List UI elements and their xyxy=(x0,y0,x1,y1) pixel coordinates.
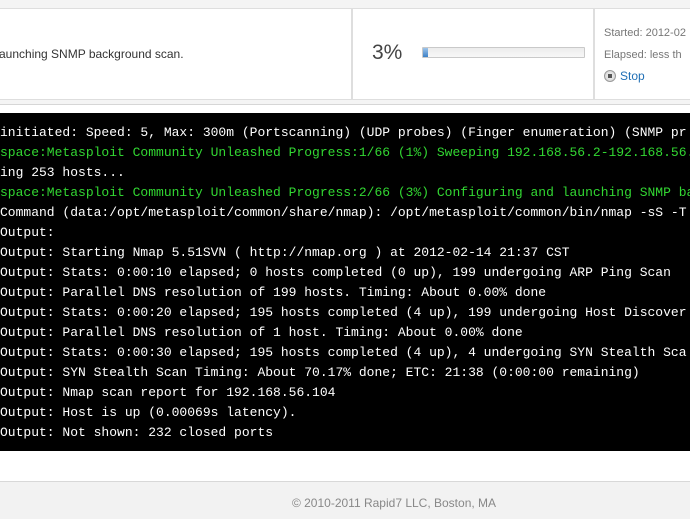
console-line: Command (data:/opt/metasploit/common/sha… xyxy=(0,205,687,220)
started-time: Started: 2012-02 xyxy=(604,27,686,39)
progress-panel: 3% xyxy=(352,8,594,100)
status-message: aunching SNMP background scan. xyxy=(0,47,184,61)
console-line: Output: Parallel DNS resolution of 199 h… xyxy=(0,285,547,300)
console-line: Output: Stats: 0:00:30 elapsed; 195 host… xyxy=(0,345,687,360)
console-line: initiated: Speed: 5, Max: 300m (Portscan… xyxy=(0,125,687,140)
page-footer: © 2010-2011 Rapid7 LLC, Boston, MA xyxy=(0,481,690,519)
console-line: Output: xyxy=(0,225,55,240)
progress-bar xyxy=(422,47,585,58)
task-console-log[interactable]: initiated: Speed: 5, Max: 300m (Portscan… xyxy=(0,113,690,451)
stop-button[interactable]: Stop xyxy=(604,68,645,84)
console-line: Output: Parallel DNS resolution of 1 hos… xyxy=(0,325,523,340)
console-line: Output: SYN Stealth Scan Timing: About 7… xyxy=(0,365,640,380)
console-line: Output: Starting Nmap 5.51SVN ( http://n… xyxy=(0,245,570,260)
progress-bar-fill xyxy=(423,48,428,57)
timing-panel: Started: 2012-02 Elapsed: less th Stop xyxy=(594,8,690,100)
console-line: Output: Stats: 0:00:10 elapsed; 0 hosts … xyxy=(0,265,671,280)
console-line: space:Metasploit Community Unleashed Pro… xyxy=(0,145,690,160)
copyright-text: © 2010-2011 Rapid7 LLC, Boston, MA xyxy=(291,496,497,510)
progress-percent: 3% xyxy=(372,41,403,64)
stop-icon[interactable] xyxy=(604,70,616,82)
scan-status-bar: aunching SNMP background scan. 3% Starte… xyxy=(0,0,690,105)
status-message-panel: aunching SNMP background scan. xyxy=(0,8,352,100)
stop-label[interactable]: Stop xyxy=(620,69,645,83)
elapsed-time: Elapsed: less th xyxy=(604,49,682,61)
console-line: Output: Nmap scan report for 192.168.56.… xyxy=(0,385,336,400)
console-line: space:Metasploit Community Unleashed Pro… xyxy=(0,185,690,200)
console-line: Output: Host is up (0.00069s latency). xyxy=(0,405,297,420)
console-line: Output: Stats: 0:00:20 elapsed; 195 host… xyxy=(0,305,687,320)
console-line: Output: Not shown: 232 closed ports xyxy=(0,425,274,440)
console-line: ing 253 hosts... xyxy=(0,165,125,180)
